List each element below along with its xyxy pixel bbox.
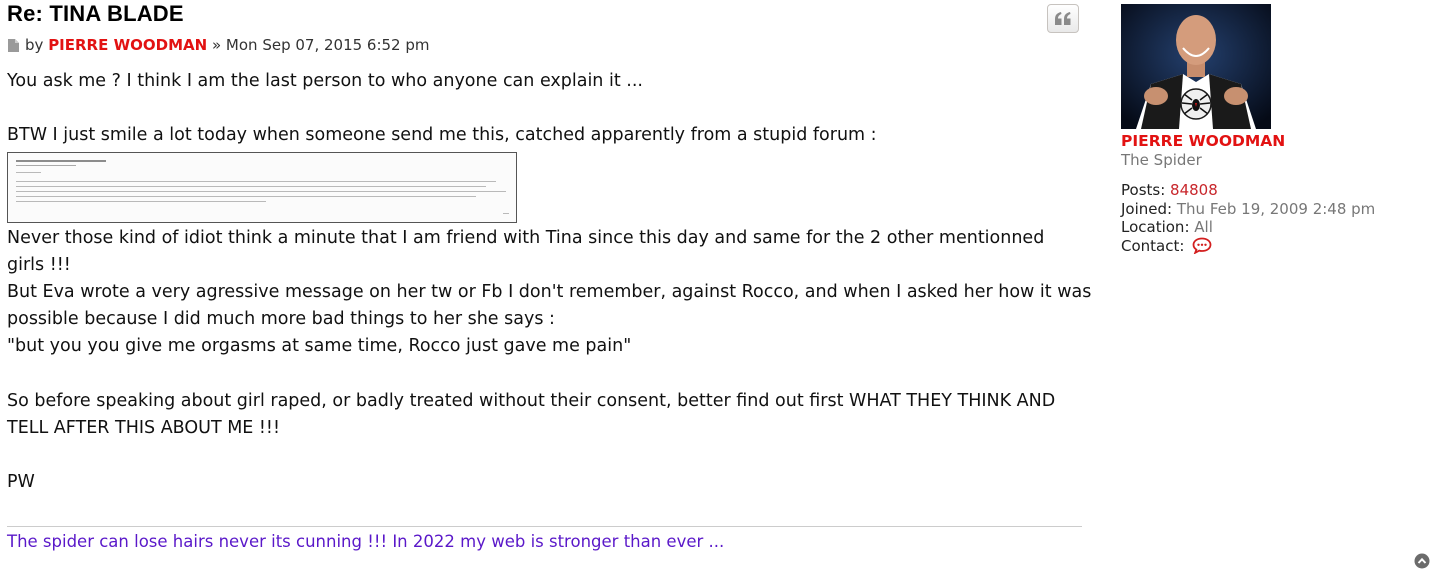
signature: The spider can lose hairs never its cunn…	[7, 532, 725, 551]
post-text-line: BTW I just smile a lot today when someon…	[7, 125, 877, 146]
post-document-icon[interactable]	[8, 38, 19, 56]
by-label: by	[25, 36, 44, 54]
speech-bubble-icon[interactable]	[1192, 237, 1212, 259]
post-date: Mon Sep 07, 2015 6:52 pm	[225, 36, 430, 54]
post-body: You ask me ? I think I am the last perso…	[7, 68, 1092, 497]
joined-value: Thu Feb 19, 2009 2:48 pm	[1176, 199, 1376, 218]
profile-location-row: Location: All	[1121, 218, 1375, 237]
post-text-line: girls !!!	[7, 254, 71, 275]
back-to-top-icon[interactable]	[1414, 553, 1430, 569]
profile-username-link[interactable]: PIERRE WOODMAN	[1121, 132, 1285, 150]
quote-button[interactable]	[1047, 4, 1079, 33]
post-text-line: "but you you give me orgasms at same tim…	[7, 336, 632, 357]
posts-label: Posts:	[1121, 181, 1166, 199]
avatar[interactable]	[1121, 4, 1271, 129]
post-text-line: You ask me ? I think I am the last perso…	[7, 71, 643, 91]
profile-contact-row: Contact:	[1121, 237, 1375, 259]
post-text-line: possible because I did much more bad thi…	[7, 309, 555, 330]
post-meta: by PIERRE WOODMAN » Mon Sep 07, 2015 6:5…	[8, 36, 430, 56]
attached-screenshot-image[interactable]	[7, 151, 517, 223]
post-text-line: Never those kind of idiot think a minute…	[7, 227, 1045, 248]
location-label: Location:	[1121, 218, 1190, 237]
post-text-line: So before speaking about girl raped, or …	[7, 390, 1056, 411]
post-author-link[interactable]: PIERRE WOODMAN	[48, 36, 207, 54]
quote-icon	[1055, 11, 1071, 25]
contact-label: Contact:	[1121, 236, 1185, 255]
profile-fields: Posts: 84808 Joined: Thu Feb 19, 2009 2:…	[1121, 181, 1375, 258]
profile-rank: The Spider	[1121, 151, 1202, 169]
post-title[interactable]: Re: TINA BLADE	[7, 1, 184, 27]
post-text-line: TELL AFTER THIS ABOUT ME !!!	[7, 418, 280, 438]
meta-separator: »	[211, 36, 222, 54]
profile-joined-row: Joined: Thu Feb 19, 2009 2:48 pm	[1121, 200, 1375, 219]
location-value: All	[1194, 218, 1213, 237]
post-text-line: But Eva wrote a very agressive message o…	[7, 282, 1092, 302]
profile-posts-row: Posts: 84808	[1121, 181, 1375, 200]
post-text-line: PW	[7, 472, 35, 493]
posts-count-link[interactable]: 84808	[1170, 181, 1218, 199]
joined-label: Joined:	[1121, 199, 1173, 218]
signature-divider	[7, 526, 1082, 527]
